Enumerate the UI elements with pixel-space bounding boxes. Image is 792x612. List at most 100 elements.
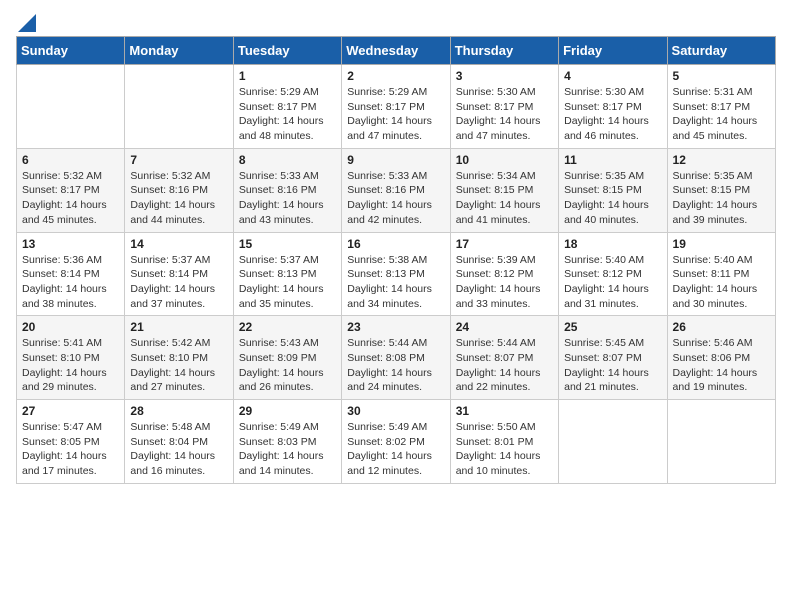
day-number: 27 [22, 404, 119, 418]
day-number: 10 [456, 153, 553, 167]
day-info: Sunrise: 5:36 AM Sunset: 8:14 PM Dayligh… [22, 253, 119, 312]
day-number: 18 [564, 237, 661, 251]
calendar-cell: 6 Sunrise: 5:32 AM Sunset: 8:17 PM Daylig… [17, 148, 125, 232]
day-number: 30 [347, 404, 444, 418]
day-info: Sunrise: 5:47 AM Sunset: 8:05 PM Dayligh… [22, 420, 119, 479]
calendar-day-header: Tuesday [233, 37, 341, 65]
calendar-cell [667, 400, 775, 484]
day-number: 31 [456, 404, 553, 418]
day-info: Sunrise: 5:32 AM Sunset: 8:17 PM Dayligh… [22, 169, 119, 228]
calendar-table: SundayMondayTuesdayWednesdayThursdayFrid… [16, 36, 776, 484]
day-number: 26 [673, 320, 770, 334]
calendar-cell: 22 Sunrise: 5:43 AM Sunset: 8:09 PM Dayli… [233, 316, 341, 400]
day-number: 28 [130, 404, 227, 418]
logo [16, 16, 36, 28]
day-number: 29 [239, 404, 336, 418]
day-number: 16 [347, 237, 444, 251]
day-info: Sunrise: 5:30 AM Sunset: 8:17 PM Dayligh… [564, 85, 661, 144]
calendar-cell: 27 Sunrise: 5:47 AM Sunset: 8:05 PM Dayli… [17, 400, 125, 484]
day-info: Sunrise: 5:44 AM Sunset: 8:07 PM Dayligh… [456, 336, 553, 395]
calendar-cell: 18 Sunrise: 5:40 AM Sunset: 8:12 PM Dayli… [559, 232, 667, 316]
calendar-cell: 21 Sunrise: 5:42 AM Sunset: 8:10 PM Dayli… [125, 316, 233, 400]
calendar-cell: 9Sunrise: 5:33 AM Sunset: 8:16 PM Daylig… [342, 148, 450, 232]
day-info: Sunrise: 5:37 AM Sunset: 8:13 PM Dayligh… [239, 253, 336, 312]
day-info: Sunrise: 5:43 AM Sunset: 8:09 PM Dayligh… [239, 336, 336, 395]
calendar-cell: 14Sunrise: 5:37 AM Sunset: 8:14 PM Dayli… [125, 232, 233, 316]
calendar-cell [125, 65, 233, 149]
day-info: Sunrise: 5:33 AM Sunset: 8:16 PM Dayligh… [239, 169, 336, 228]
day-info: Sunrise: 5:50 AM Sunset: 8:01 PM Dayligh… [456, 420, 553, 479]
calendar-day-header: Saturday [667, 37, 775, 65]
day-number: 15 [239, 237, 336, 251]
calendar-cell: 31 Sunrise: 5:50 AM Sunset: 8:01 PM Dayli… [450, 400, 558, 484]
day-number: 7 [130, 153, 227, 167]
day-number: 20 [22, 320, 119, 334]
day-number: 5 [673, 69, 770, 83]
day-info: Sunrise: 5:35 AM Sunset: 8:15 PM Dayligh… [564, 169, 661, 228]
calendar-day-header: Sunday [17, 37, 125, 65]
day-number: 3 [456, 69, 553, 83]
calendar-cell: 3 Sunrise: 5:30 AM Sunset: 8:17 PM Daylig… [450, 65, 558, 149]
day-number: 12 [673, 153, 770, 167]
day-number: 9 [347, 153, 444, 167]
calendar-cell [17, 65, 125, 149]
day-info: Sunrise: 5:41 AM Sunset: 8:10 PM Dayligh… [22, 336, 119, 395]
logo-icon [18, 14, 36, 32]
day-info: Sunrise: 5:40 AM Sunset: 8:11 PM Dayligh… [673, 253, 770, 312]
calendar-day-header: Friday [559, 37, 667, 65]
calendar-cell: 1 Sunrise: 5:29 AM Sunset: 8:17 PM Daylig… [233, 65, 341, 149]
day-info: Sunrise: 5:39 AM Sunset: 8:12 PM Dayligh… [456, 253, 553, 312]
day-info: Sunrise: 5:31 AM Sunset: 8:17 PM Dayligh… [673, 85, 770, 144]
day-info: Sunrise: 5:29 AM Sunset: 8:17 PM Dayligh… [347, 85, 444, 144]
calendar-cell: 13Sunrise: 5:36 AM Sunset: 8:14 PM Dayli… [17, 232, 125, 316]
day-info: Sunrise: 5:38 AM Sunset: 8:13 PM Dayligh… [347, 253, 444, 312]
calendar-cell: 17 Sunrise: 5:39 AM Sunset: 8:12 PM Dayli… [450, 232, 558, 316]
day-number: 8 [239, 153, 336, 167]
day-info: Sunrise: 5:48 AM Sunset: 8:04 PM Dayligh… [130, 420, 227, 479]
calendar-cell: 15 Sunrise: 5:37 AM Sunset: 8:13 PM Dayli… [233, 232, 341, 316]
calendar-cell: 10 Sunrise: 5:34 AM Sunset: 8:15 PM Dayli… [450, 148, 558, 232]
day-info: Sunrise: 5:37 AM Sunset: 8:14 PM Dayligh… [130, 253, 227, 312]
calendar-cell: 11 Sunrise: 5:35 AM Sunset: 8:15 PM Dayli… [559, 148, 667, 232]
day-number: 21 [130, 320, 227, 334]
day-number: 17 [456, 237, 553, 251]
day-info: Sunrise: 5:34 AM Sunset: 8:15 PM Dayligh… [456, 169, 553, 228]
day-number: 11 [564, 153, 661, 167]
calendar-week-row: 1 Sunrise: 5:29 AM Sunset: 8:17 PM Daylig… [17, 65, 776, 149]
calendar-cell: 4 Sunrise: 5:30 AM Sunset: 8:17 PM Daylig… [559, 65, 667, 149]
calendar-cell: 8 Sunrise: 5:33 AM Sunset: 8:16 PM Daylig… [233, 148, 341, 232]
calendar-cell: 24 Sunrise: 5:44 AM Sunset: 8:07 PM Dayli… [450, 316, 558, 400]
day-info: Sunrise: 5:29 AM Sunset: 8:17 PM Dayligh… [239, 85, 336, 144]
calendar-day-header: Thursday [450, 37, 558, 65]
day-info: Sunrise: 5:40 AM Sunset: 8:12 PM Dayligh… [564, 253, 661, 312]
calendar-header-row: SundayMondayTuesdayWednesdayThursdayFrid… [17, 37, 776, 65]
day-info: Sunrise: 5:32 AM Sunset: 8:16 PM Dayligh… [130, 169, 227, 228]
calendar-week-row: 20 Sunrise: 5:41 AM Sunset: 8:10 PM Dayli… [17, 316, 776, 400]
calendar-week-row: 13Sunrise: 5:36 AM Sunset: 8:14 PM Dayli… [17, 232, 776, 316]
calendar-cell: 25 Sunrise: 5:45 AM Sunset: 8:07 PM Dayli… [559, 316, 667, 400]
calendar-cell: 20 Sunrise: 5:41 AM Sunset: 8:10 PM Dayli… [17, 316, 125, 400]
calendar-cell [559, 400, 667, 484]
day-number: 19 [673, 237, 770, 251]
day-number: 6 [22, 153, 119, 167]
calendar-cell: 12Sunrise: 5:35 AM Sunset: 8:15 PM Dayli… [667, 148, 775, 232]
calendar-cell: 28 Sunrise: 5:48 AM Sunset: 8:04 PM Dayli… [125, 400, 233, 484]
day-info: Sunrise: 5:42 AM Sunset: 8:10 PM Dayligh… [130, 336, 227, 395]
calendar-cell: 2Sunrise: 5:29 AM Sunset: 8:17 PM Daylig… [342, 65, 450, 149]
calendar-cell: 23Sunrise: 5:44 AM Sunset: 8:08 PM Dayli… [342, 316, 450, 400]
day-info: Sunrise: 5:49 AM Sunset: 8:02 PM Dayligh… [347, 420, 444, 479]
day-info: Sunrise: 5:30 AM Sunset: 8:17 PM Dayligh… [456, 85, 553, 144]
calendar-cell: 26Sunrise: 5:46 AM Sunset: 8:06 PM Dayli… [667, 316, 775, 400]
day-number: 24 [456, 320, 553, 334]
day-number: 4 [564, 69, 661, 83]
day-info: Sunrise: 5:44 AM Sunset: 8:08 PM Dayligh… [347, 336, 444, 395]
day-number: 1 [239, 69, 336, 83]
calendar-cell: 7 Sunrise: 5:32 AM Sunset: 8:16 PM Daylig… [125, 148, 233, 232]
calendar-cell: 16 Sunrise: 5:38 AM Sunset: 8:13 PM Dayli… [342, 232, 450, 316]
calendar-cell: 19 Sunrise: 5:40 AM Sunset: 8:11 PM Dayli… [667, 232, 775, 316]
day-number: 25 [564, 320, 661, 334]
calendar-day-header: Wednesday [342, 37, 450, 65]
day-info: Sunrise: 5:45 AM Sunset: 8:07 PM Dayligh… [564, 336, 661, 395]
day-number: 22 [239, 320, 336, 334]
calendar-cell: 30 Sunrise: 5:49 AM Sunset: 8:02 PM Dayli… [342, 400, 450, 484]
